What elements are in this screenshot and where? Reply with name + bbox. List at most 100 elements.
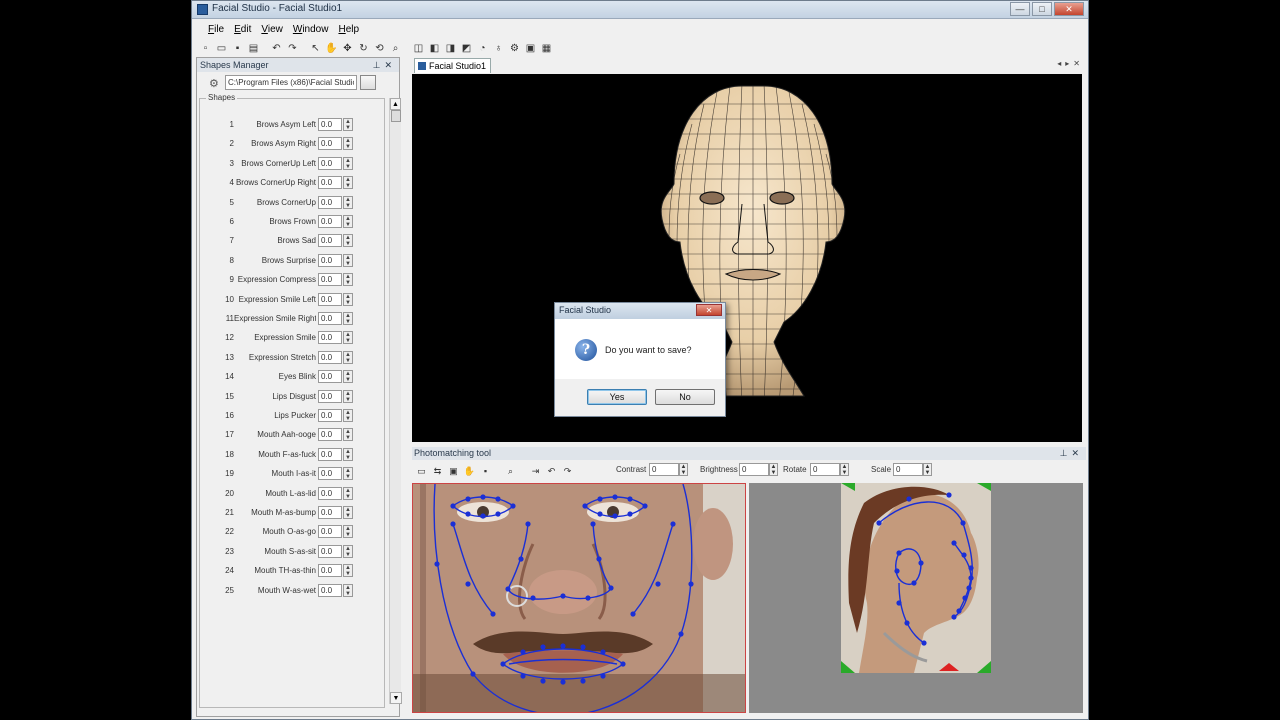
shape-value-spinner[interactable]: ▲ ▼ [343, 137, 353, 151]
shape-value-field[interactable]: 0.0 [318, 137, 342, 151]
side-photo-view[interactable] [749, 483, 1083, 713]
new-icon[interactable]: ▫ [198, 41, 213, 56]
light-icon[interactable]: ◔ [475, 41, 490, 56]
save-icon[interactable]: ▪ [230, 41, 245, 56]
close-button[interactable]: ✕ [1054, 2, 1084, 16]
shape-value-spinner[interactable]: ▲ ▼ [343, 176, 353, 190]
shape-value-spinner[interactable]: ▲ ▼ [343, 234, 353, 248]
photo-apply-icon[interactable]: ⇥ [528, 464, 543, 478]
shape-value-field[interactable]: 0.0 [318, 583, 342, 597]
photo-undo-icon[interactable]: ↶ [544, 464, 559, 478]
gear-icon[interactable]: ⚙ [209, 77, 219, 90]
menu-help[interactable]: Help [334, 24, 363, 35]
shape-value-field[interactable]: 0.0 [318, 544, 342, 558]
menu-window[interactable]: Window [289, 24, 333, 35]
shape-value-field[interactable]: 0.0 [318, 195, 342, 209]
photo-hand-icon[interactable]: ✋ [462, 464, 477, 478]
select-icon[interactable]: ↖ [308, 41, 323, 56]
save-as-icon[interactable]: ▤ [246, 41, 261, 56]
shape-value-field[interactable]: 0.0 [318, 447, 342, 461]
shape-value-field[interactable]: 0.0 [318, 486, 342, 500]
rotate-icon[interactable]: ↻ [356, 41, 371, 56]
shape-value-spinner[interactable]: ▲ ▼ [343, 525, 353, 539]
zoom-icon[interactable]: ⌕ [388, 41, 403, 56]
shape-value-spinner[interactable]: ▲ ▼ [343, 118, 353, 131]
shape-value-spinner[interactable]: ▲ ▼ [343, 544, 353, 558]
view-front-icon[interactable]: ◫ [411, 41, 426, 56]
brightness-field[interactable]: 0 [739, 463, 769, 476]
menu-edit[interactable]: Edit [230, 24, 255, 35]
maximize-button[interactable]: □ [1032, 2, 1052, 16]
view-top-icon[interactable]: ◨ [443, 41, 458, 56]
shapes-path-field[interactable] [225, 75, 357, 90]
shape-value-field[interactable]: 0.0 [318, 176, 342, 190]
scroll-thumb[interactable] [391, 110, 401, 122]
shape-value-spinner[interactable]: ▲ ▼ [343, 156, 353, 170]
photo-pin-icon[interactable]: ⊥ [1060, 448, 1072, 458]
shape-value-spinner[interactable]: ▲ ▼ [343, 486, 353, 500]
render-icon[interactable]: ▣ [523, 41, 538, 56]
menu-file[interactable]: File [204, 24, 228, 35]
shape-value-spinner[interactable]: ▲ ▼ [343, 564, 353, 578]
shape-value-spinner[interactable]: ▲ ▼ [343, 389, 353, 403]
photo-fit-icon[interactable]: ▣ [446, 464, 461, 478]
photo-icon[interactable]: ▦ [539, 41, 554, 56]
shape-value-spinner[interactable]: ▲ ▼ [343, 331, 353, 345]
shape-value-spinner[interactable]: ▲ ▼ [343, 195, 353, 209]
shape-value-field[interactable]: 0.0 [318, 234, 342, 248]
shape-value-spinner[interactable]: ▲ ▼ [343, 350, 353, 364]
menu-view[interactable]: View [257, 24, 287, 35]
shape-value-field[interactable]: 0.0 [318, 253, 342, 267]
photo-swap-icon[interactable]: ⇆ [430, 464, 445, 478]
browse-button[interactable] [360, 75, 376, 90]
shape-value-field[interactable]: 0.0 [318, 312, 342, 325]
undo-icon[interactable]: ↶ [269, 41, 284, 56]
shape-value-field[interactable]: 0.0 [318, 389, 342, 403]
shape-value-spinner[interactable]: ▲ ▼ [343, 370, 353, 384]
shape-value-spinner[interactable]: ▲ ▼ [343, 506, 353, 519]
photo-close-icon[interactable]: ✕ [1071, 448, 1083, 458]
tab-facial-studio1[interactable]: Facial Studio1 [414, 58, 492, 73]
shape-value-field[interactable]: 0.0 [318, 118, 342, 131]
rotate-spinner[interactable]: ▲ ▼ [840, 463, 849, 476]
yes-button[interactable]: Yes [587, 389, 647, 405]
shape-value-spinner[interactable]: ▲ ▼ [343, 409, 353, 422]
scale-field[interactable]: 0 [893, 463, 923, 476]
shape-value-spinner[interactable]: ▲ ▼ [343, 312, 353, 325]
shape-value-field[interactable]: 0.0 [318, 215, 342, 228]
shape-value-field[interactable]: 0.0 [318, 467, 342, 481]
orbit-icon[interactable]: ⟲ [372, 41, 387, 56]
shape-value-field[interactable]: 0.0 [318, 428, 342, 442]
shape-value-spinner[interactable]: ▲ ▼ [343, 467, 353, 481]
no-button[interactable]: No [655, 389, 715, 405]
shape-value-field[interactable]: 0.0 [318, 564, 342, 578]
open-icon[interactable]: ▭ [214, 41, 229, 56]
shapes-scrollbar[interactable]: ▲ ▼ [389, 98, 402, 704]
shape-value-field[interactable]: 0.0 [318, 506, 342, 519]
scale-spinner[interactable]: ▲ ▼ [923, 463, 932, 476]
shape-value-field[interactable]: 0.0 [318, 409, 342, 422]
photo-save-icon[interactable]: ▪ [478, 464, 493, 478]
rotate-field[interactable]: 0 [810, 463, 840, 476]
shape-value-spinner[interactable]: ▲ ▼ [343, 428, 353, 442]
shape-value-field[interactable]: 0.0 [318, 156, 342, 170]
dialog-close-button[interactable]: ✕ [696, 304, 722, 316]
shape-value-field[interactable]: 0.0 [318, 292, 342, 306]
3d-viewport[interactable] [412, 74, 1082, 442]
view-side-icon[interactable]: ◧ [427, 41, 442, 56]
brightness-spinner[interactable]: ▲ ▼ [769, 463, 778, 476]
photo-zoom-icon[interactable]: ⌕ [503, 464, 518, 478]
settings-icon[interactable]: ⚙ [507, 41, 522, 56]
shape-value-spinner[interactable]: ▲ ▼ [343, 447, 353, 461]
view-persp-icon[interactable]: ◩ [459, 41, 474, 56]
shape-value-spinner[interactable]: ▲ ▼ [343, 292, 353, 306]
pan-icon[interactable]: ✋ [324, 41, 339, 56]
shape-value-field[interactable]: 0.0 [318, 525, 342, 539]
pin-icon[interactable]: ⊥ [373, 60, 385, 70]
bulb-icon[interactable]: ♁ [491, 41, 506, 56]
shape-value-field[interactable]: 0.0 [318, 370, 342, 384]
tab-close-icon[interactable]: ✕ [1073, 59, 1084, 68]
photo-open-icon[interactable]: ▭ [414, 464, 429, 478]
shape-value-spinner[interactable]: ▲ ▼ [343, 583, 353, 597]
shape-value-field[interactable]: 0.0 [318, 350, 342, 364]
